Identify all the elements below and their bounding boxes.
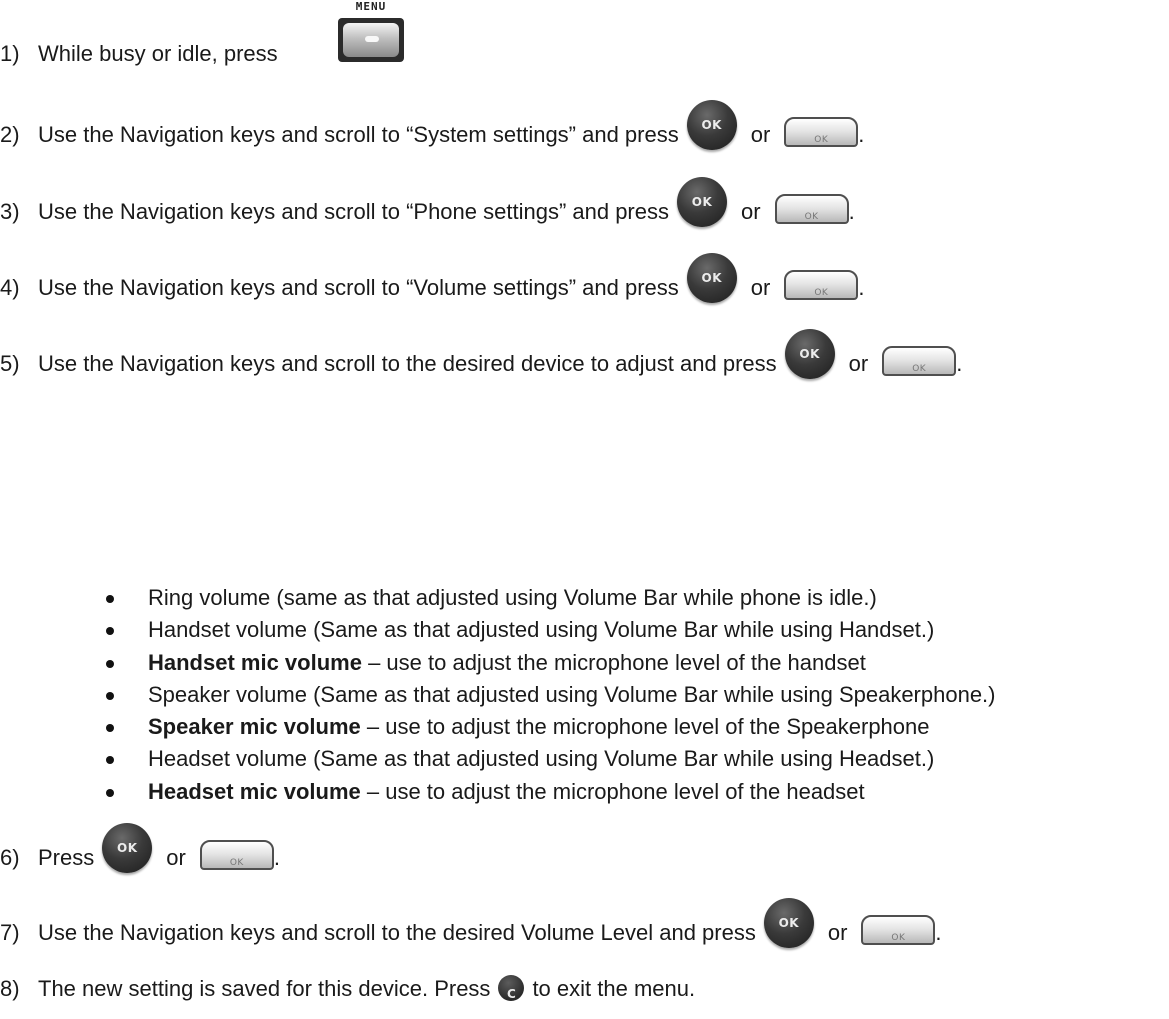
step-3: 3) Use the Navigation keys and scroll to …	[0, 177, 855, 228]
step-number: 4)	[0, 275, 20, 300]
or-text: or	[741, 199, 761, 224]
step-1: 1) While busy or idle, press	[0, 40, 278, 68]
or-text: or	[750, 275, 771, 300]
step-text: Press	[38, 845, 95, 870]
step-8: 8) The new setting is saved for this devi…	[0, 975, 695, 1003]
device-list: Ring volume (same as that adjusted using…	[100, 582, 996, 808]
step-end: .	[273, 845, 280, 870]
list-item: Handset volume (Same as that adjusted us…	[100, 614, 996, 646]
list-item: Speaker mic volume – use to adjust the m…	[100, 711, 996, 743]
step-number: 1)	[0, 41, 20, 66]
step-text: Use the Navigation keys and scroll to “P…	[38, 199, 669, 224]
step-after: to exit the menu.	[532, 976, 696, 1001]
or-text: or	[750, 122, 771, 147]
step-number: 6)	[0, 845, 20, 870]
menu-button-graphic	[338, 18, 404, 62]
step-number: 7)	[0, 920, 20, 945]
ok-softkey-icon: OK	[784, 270, 859, 301]
ok-round-key-icon: OK	[686, 253, 737, 304]
step-number: 8)	[0, 976, 20, 1001]
c-clear-key-icon: C	[498, 975, 525, 1002]
step-text: Use the Navigation keys and scroll to th…	[38, 920, 756, 945]
step-7: 7) Use the Navigation keys and scroll to …	[0, 898, 942, 949]
step-end: .	[848, 199, 855, 224]
step-text: Use the Navigation keys and scroll to “V…	[38, 275, 679, 300]
ok-softkey-icon: OK	[199, 840, 274, 871]
list-item: Headset mic volume – use to adjust the m…	[100, 776, 996, 808]
step-text: While busy or idle, press	[38, 41, 278, 66]
list-item: Headset volume (Same as that adjusted us…	[100, 743, 996, 775]
step-5: 5) Use the Navigation keys and scroll to …	[0, 329, 963, 380]
ok-softkey-icon: OK	[784, 117, 859, 148]
step-end: .	[858, 122, 865, 147]
or-text: or	[827, 920, 848, 945]
step-text: Use the Navigation keys and scroll to “S…	[38, 122, 679, 147]
step-text: Use the Navigation keys and scroll to th…	[38, 351, 777, 376]
step-number: 2)	[0, 122, 20, 147]
list-item: Ring volume (same as that adjusted using…	[100, 582, 996, 614]
step-number: 5)	[0, 351, 20, 376]
step-number: 3)	[0, 199, 20, 224]
step-4: 4) Use the Navigation keys and scroll to …	[0, 253, 865, 304]
ok-softkey-icon: OK	[774, 194, 849, 225]
menu-key-icon: MENU	[336, 0, 406, 62]
ok-round-key-icon: OK	[102, 823, 153, 874]
or-text: or	[848, 351, 869, 376]
or-text: or	[166, 845, 186, 870]
list-item: Handset mic volume – use to adjust the m…	[100, 647, 996, 679]
step-6: 6) Press OK or OK.	[0, 823, 280, 874]
step-end: .	[858, 275, 865, 300]
ok-softkey-icon: OK	[861, 915, 936, 946]
step-end: .	[956, 351, 963, 376]
menu-key-label: MENU	[355, 0, 387, 13]
ok-round-key-icon: OK	[763, 898, 814, 949]
list-item: Speaker volume (Same as that adjusted us…	[100, 679, 996, 711]
step-2: 2) Use the Navigation keys and scroll to …	[0, 100, 865, 151]
ok-round-key-icon: OK	[784, 329, 835, 380]
ok-round-key-icon: OK	[686, 100, 737, 151]
step-text: The new setting is saved for this device…	[38, 976, 491, 1001]
ok-softkey-icon: OK	[882, 346, 957, 377]
ok-round-key-icon: OK	[677, 177, 727, 228]
step-end: .	[935, 920, 942, 945]
